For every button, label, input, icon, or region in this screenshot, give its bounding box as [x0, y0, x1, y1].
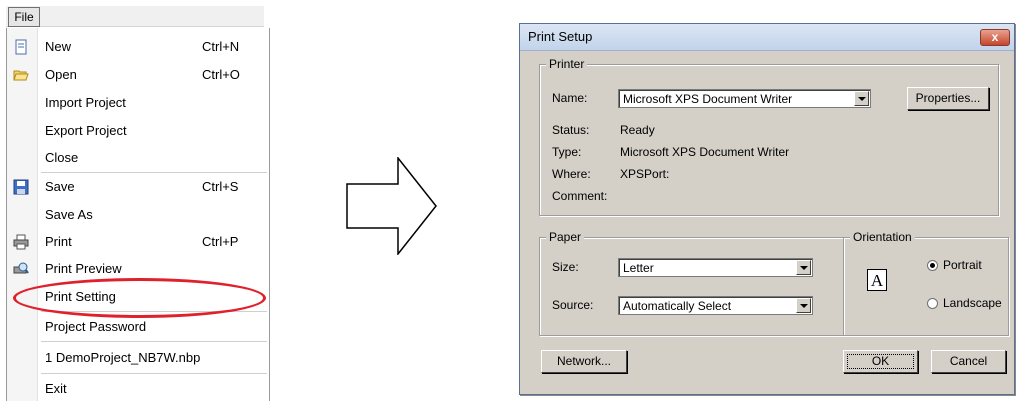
menu-item-shortcut: Ctrl+S — [202, 179, 239, 194]
paper-size-select[interactable]: Letter — [618, 258, 813, 277]
menu-item-recent-project[interactable]: 1 DemoProject_NB7W.nbp — [7, 346, 269, 370]
menu-item-label: Project Password — [45, 319, 147, 334]
menu-item-save-as[interactable]: Save As — [7, 203, 269, 227]
chevron-down-icon[interactable] — [796, 260, 811, 275]
type-value: Microsoft XPS Document Writer — [620, 145, 790, 159]
menu-item-shortcut: Ctrl+O — [202, 67, 240, 82]
menu-item-shortcut: Ctrl+N — [202, 39, 240, 54]
right-arrow-icon — [346, 157, 437, 255]
printer-group: Printer Name: Microsoft XPS Document Wri… — [539, 57, 999, 216]
menu-bar — [6, 6, 264, 27]
menu-item-label: Print — [45, 234, 72, 249]
menu-item-project-password[interactable]: Project Password — [7, 315, 269, 339]
menu-item-label: 1 DemoProject_NB7W.nbp — [45, 350, 201, 365]
menu-separator — [41, 373, 267, 374]
menu-item-label: Import Project — [45, 95, 126, 110]
menu-item-import-project[interactable]: Import Project — [7, 91, 269, 115]
menu-item-label: Exit — [45, 381, 67, 396]
portrait-label[interactable]: Portrait — [943, 258, 982, 272]
menu-item-close[interactable]: Close — [7, 146, 269, 170]
menu-item-open[interactable]: Open Ctrl+O — [7, 63, 269, 87]
new-doc-icon — [15, 39, 27, 55]
folder-open-icon — [13, 70, 29, 81]
menu-separator — [41, 172, 267, 173]
close-button[interactable]: x — [980, 29, 1010, 46]
printer-group-label: Printer — [546, 57, 588, 71]
portrait-radio[interactable] — [927, 260, 938, 271]
paper-size-value: Letter — [623, 261, 654, 275]
where-label: Where: — [552, 167, 591, 181]
dialog-title: Print Setup — [528, 29, 593, 44]
floppy-disk-icon — [13, 179, 29, 195]
paper-source-select[interactable]: Automatically Select — [618, 296, 813, 315]
orientation-group: Orientation A Portrait Landscape — [843, 230, 1009, 336]
chevron-down-icon[interactable] — [796, 298, 811, 313]
landscape-radio[interactable] — [927, 298, 938, 309]
menu-item-save[interactable]: Save Ctrl+S — [7, 175, 269, 199]
menu-item-label: Export Project — [45, 123, 127, 138]
menu-item-label: New — [45, 39, 72, 54]
orientation-group-label: Orientation — [850, 230, 915, 244]
source-label: Source: — [552, 298, 594, 312]
properties-button[interactable]: Properties... — [907, 87, 989, 110]
type-label: Type: — [552, 145, 582, 159]
status-value: Ready — [620, 123, 655, 137]
print-preview-icon — [13, 262, 29, 274]
ok-button[interactable]: OK — [843, 350, 918, 373]
printer-icon — [13, 234, 29, 250]
paper-source-value: Automatically Select — [623, 299, 732, 313]
menu-item-label: Print Preview — [45, 261, 122, 276]
chevron-down-icon[interactable] — [854, 91, 869, 106]
dialog-titlebar: Print Setup x — [520, 24, 1014, 51]
printer-name-value: Microsoft XPS Document Writer — [623, 92, 793, 106]
landscape-label[interactable]: Landscape — [943, 296, 1002, 310]
menu-item-label: Save — [45, 179, 75, 194]
size-label: Size: — [552, 260, 579, 274]
menu-item-label: Close — [45, 150, 79, 165]
menu-item-export-project[interactable]: Export Project — [7, 119, 269, 143]
name-label: Name: — [552, 91, 588, 105]
network-button[interactable]: Network... — [541, 350, 627, 373]
paper-group: Paper Size: Letter Source: Automatically… — [539, 230, 844, 336]
paper-group-label: Paper — [546, 230, 585, 244]
menu-item-exit[interactable]: Exit — [7, 377, 269, 401]
printer-name-select[interactable]: Microsoft XPS Document Writer — [618, 89, 871, 108]
where-value: XPSPort: — [620, 167, 670, 181]
print-setup-dialog: Print Setup x Printer Name: Microsoft XP… — [519, 23, 1015, 395]
menu-item-new[interactable]: New Ctrl+N — [7, 35, 269, 59]
close-icon: x — [991, 30, 999, 44]
menu-item-label: Save As — [45, 207, 93, 222]
menu-item-shortcut: Ctrl+P — [202, 234, 239, 249]
menu-separator — [41, 341, 267, 342]
file-menu-title[interactable]: File — [8, 7, 40, 27]
file-menu: New Ctrl+N Open Ctrl+O Import Project Ex… — [6, 28, 270, 401]
portrait-page-icon: A — [867, 269, 887, 291]
menu-item-print[interactable]: Print Ctrl+P — [7, 230, 269, 254]
status-label: Status: — [552, 123, 590, 137]
menu-item-label: Open — [45, 67, 77, 82]
highlight-ellipse — [13, 278, 266, 318]
cancel-button[interactable]: Cancel — [931, 350, 1006, 373]
comment-label: Comment: — [552, 189, 608, 203]
